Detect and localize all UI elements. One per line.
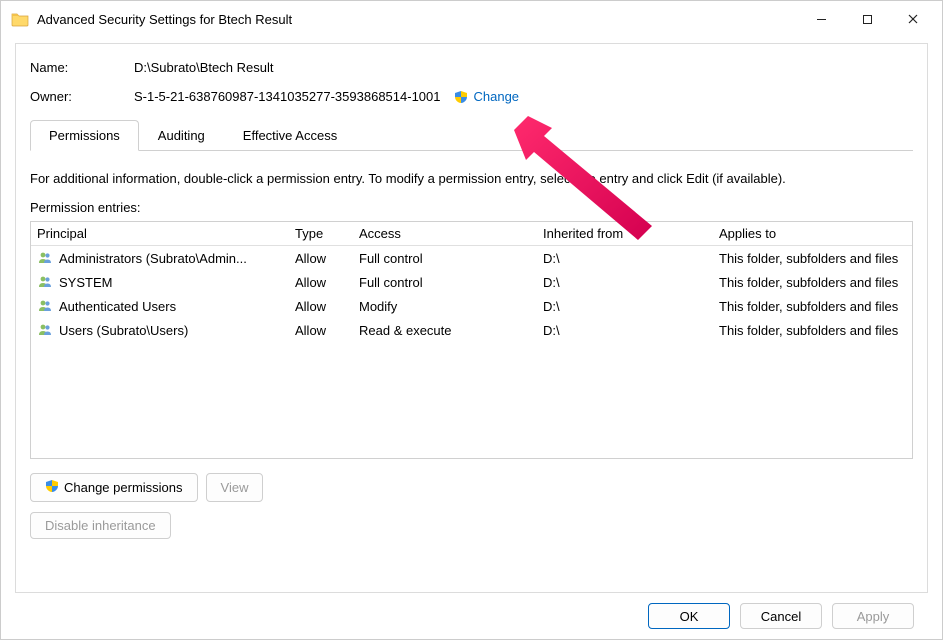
apply-button[interactable]: Apply [832, 603, 914, 629]
button-row-2: Disable inheritance [30, 512, 913, 539]
folder-icon [11, 10, 29, 28]
shield-icon [454, 90, 468, 104]
col-principal[interactable]: Principal [37, 226, 295, 241]
tab-body-permissions: For additional information, double-click… [30, 151, 913, 580]
cell-applies: This folder, subfolders and files [719, 251, 912, 266]
cell-principal: Users (Subrato\Users) [59, 323, 295, 338]
owner-row: Owner: S-1-5-21-638760987-1341035277-359… [30, 89, 913, 104]
tabs: Permissions Auditing Effective Access [30, 120, 913, 151]
col-inherited[interactable]: Inherited from [543, 226, 719, 241]
change-permissions-button[interactable]: Change permissions [30, 473, 198, 502]
cell-inherited: D:\ [543, 299, 719, 314]
cell-applies: This folder, subfolders and files [719, 323, 912, 338]
window-title: Advanced Security Settings for Btech Res… [37, 12, 798, 27]
table-row[interactable]: SYSTEM Allow Full control D:\ This folde… [31, 270, 912, 294]
ok-button[interactable]: OK [648, 603, 730, 629]
cell-access: Read & execute [359, 323, 543, 338]
col-applies[interactable]: Applies to [719, 226, 912, 241]
name-row: Name: D:\Subrato\Btech Result [30, 60, 913, 75]
cell-applies: This folder, subfolders and files [719, 299, 912, 314]
cell-type: Allow [295, 275, 359, 290]
change-owner-link[interactable]: Change [473, 89, 519, 104]
table-row[interactable]: Authenticated Users Allow Modify D:\ Thi… [31, 294, 912, 318]
advanced-security-window: Advanced Security Settings for Btech Res… [0, 0, 943, 640]
maximize-button[interactable] [844, 4, 890, 34]
cell-principal: Authenticated Users [59, 299, 295, 314]
shield-icon [45, 479, 59, 496]
entries-label: Permission entries: [30, 200, 913, 215]
cell-applies: This folder, subfolders and files [719, 275, 912, 290]
name-label: Name: [30, 60, 134, 75]
table-row[interactable]: Administrators (Subrato\Admin... Allow F… [31, 246, 912, 270]
minimize-button[interactable] [798, 4, 844, 34]
permission-table[interactable]: Principal Type Access Inherited from App… [30, 221, 913, 459]
window-controls [798, 4, 936, 34]
users-icon [37, 250, 59, 266]
cell-access: Modify [359, 299, 543, 314]
bottom-bar: OK Cancel Apply [15, 593, 928, 639]
cell-principal: SYSTEM [59, 275, 295, 290]
tab-permissions[interactable]: Permissions [30, 120, 139, 151]
col-access[interactable]: Access [359, 226, 543, 241]
cancel-button[interactable]: Cancel [740, 603, 822, 629]
cell-inherited: D:\ [543, 323, 719, 338]
cell-access: Full control [359, 251, 543, 266]
button-row-1: Change permissions View [30, 473, 913, 502]
instruction-text: For additional information, double-click… [30, 171, 913, 186]
cell-type: Allow [295, 323, 359, 338]
content-area: Name: D:\Subrato\Btech Result Owner: S-1… [1, 37, 942, 639]
disable-inheritance-button[interactable]: Disable inheritance [30, 512, 171, 539]
view-label: View [221, 480, 249, 495]
users-icon [37, 322, 59, 338]
users-icon [37, 298, 59, 314]
users-icon [37, 274, 59, 290]
tab-effective-access[interactable]: Effective Access [224, 120, 356, 150]
cell-inherited: D:\ [543, 275, 719, 290]
cell-type: Allow [295, 251, 359, 266]
tab-auditing[interactable]: Auditing [139, 120, 224, 150]
owner-value: S-1-5-21-638760987-1341035277-3593868514… [134, 89, 440, 104]
owner-label: Owner: [30, 89, 134, 104]
change-permissions-label: Change permissions [64, 480, 183, 495]
inner-panel: Name: D:\Subrato\Btech Result Owner: S-1… [15, 43, 928, 593]
cell-type: Allow [295, 299, 359, 314]
titlebar: Advanced Security Settings for Btech Res… [1, 1, 942, 37]
cell-inherited: D:\ [543, 251, 719, 266]
table-row[interactable]: Users (Subrato\Users) Allow Read & execu… [31, 318, 912, 342]
cell-access: Full control [359, 275, 543, 290]
view-button[interactable]: View [206, 473, 264, 502]
col-type[interactable]: Type [295, 226, 359, 241]
disable-inheritance-label: Disable inheritance [45, 518, 156, 533]
name-value: D:\Subrato\Btech Result [134, 60, 273, 75]
close-button[interactable] [890, 4, 936, 34]
cell-principal: Administrators (Subrato\Admin... [59, 251, 295, 266]
table-header: Principal Type Access Inherited from App… [31, 222, 912, 246]
